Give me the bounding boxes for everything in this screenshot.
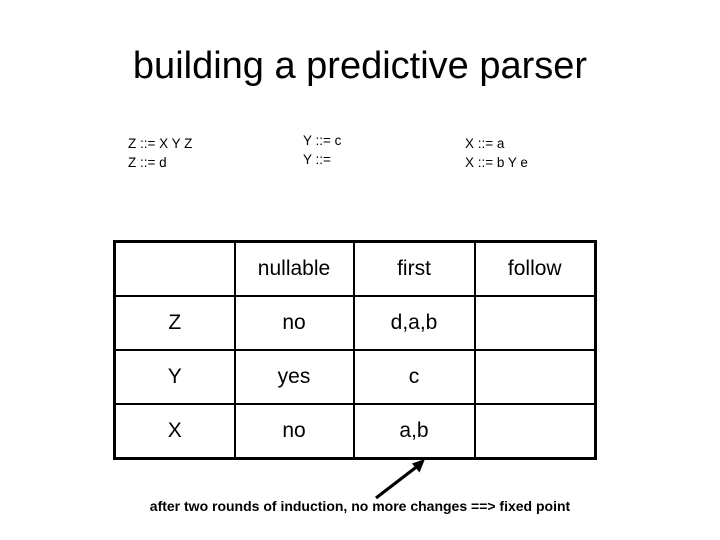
caption-text: after two rounds of induction, no more c… [149, 498, 571, 514]
table-header-corner [113, 240, 236, 297]
table-header-row: nullable first follow [113, 240, 597, 297]
page-title: building a predictive parser [132, 45, 588, 87]
cell-symbol: Z [113, 295, 236, 351]
grammar-rule: Z ::= d [128, 155, 167, 170]
table-row: X no a,b [113, 403, 597, 460]
cell-follow [473, 295, 597, 351]
slide-canvas: building a predictive parser Z ::= X Y Z… [0, 0, 720, 540]
table-row: Z no d,a,b [113, 295, 597, 351]
grammar-rule: Y ::= c [303, 133, 342, 148]
grammar-rule: Z ::= X Y Z [128, 136, 193, 151]
cell-nullable: no [233, 295, 355, 351]
cell-first: c [352, 349, 476, 405]
nullable-first-follow-table: nullable first follow Z no d,a,b Y yes c… [113, 240, 597, 460]
table-header-first: first [352, 240, 476, 297]
grammar-rule: X ::= b Y e [465, 155, 528, 170]
grammar-rule: Y ::= [303, 152, 331, 167]
cell-follow [473, 403, 597, 460]
cell-symbol: X [113, 403, 236, 460]
cell-first: a,b [352, 403, 476, 460]
cell-follow [473, 349, 597, 405]
cell-symbol: Y [113, 349, 236, 405]
table-header-nullable: nullable [233, 240, 355, 297]
grammar-group-y: Y ::= c Y ::= [303, 131, 341, 169]
table-row: Y yes c [113, 349, 597, 405]
grammar-group-x: X ::= a X ::= b Y e [465, 134, 528, 172]
grammar-group-z: Z ::= X Y Z Z ::= d [128, 134, 192, 172]
cell-nullable: no [233, 403, 355, 460]
grammar-rule: X ::= a [465, 136, 505, 151]
cell-first: d,a,b [352, 295, 476, 351]
cell-nullable: yes [233, 349, 355, 405]
table-header-follow: follow [473, 240, 597, 297]
